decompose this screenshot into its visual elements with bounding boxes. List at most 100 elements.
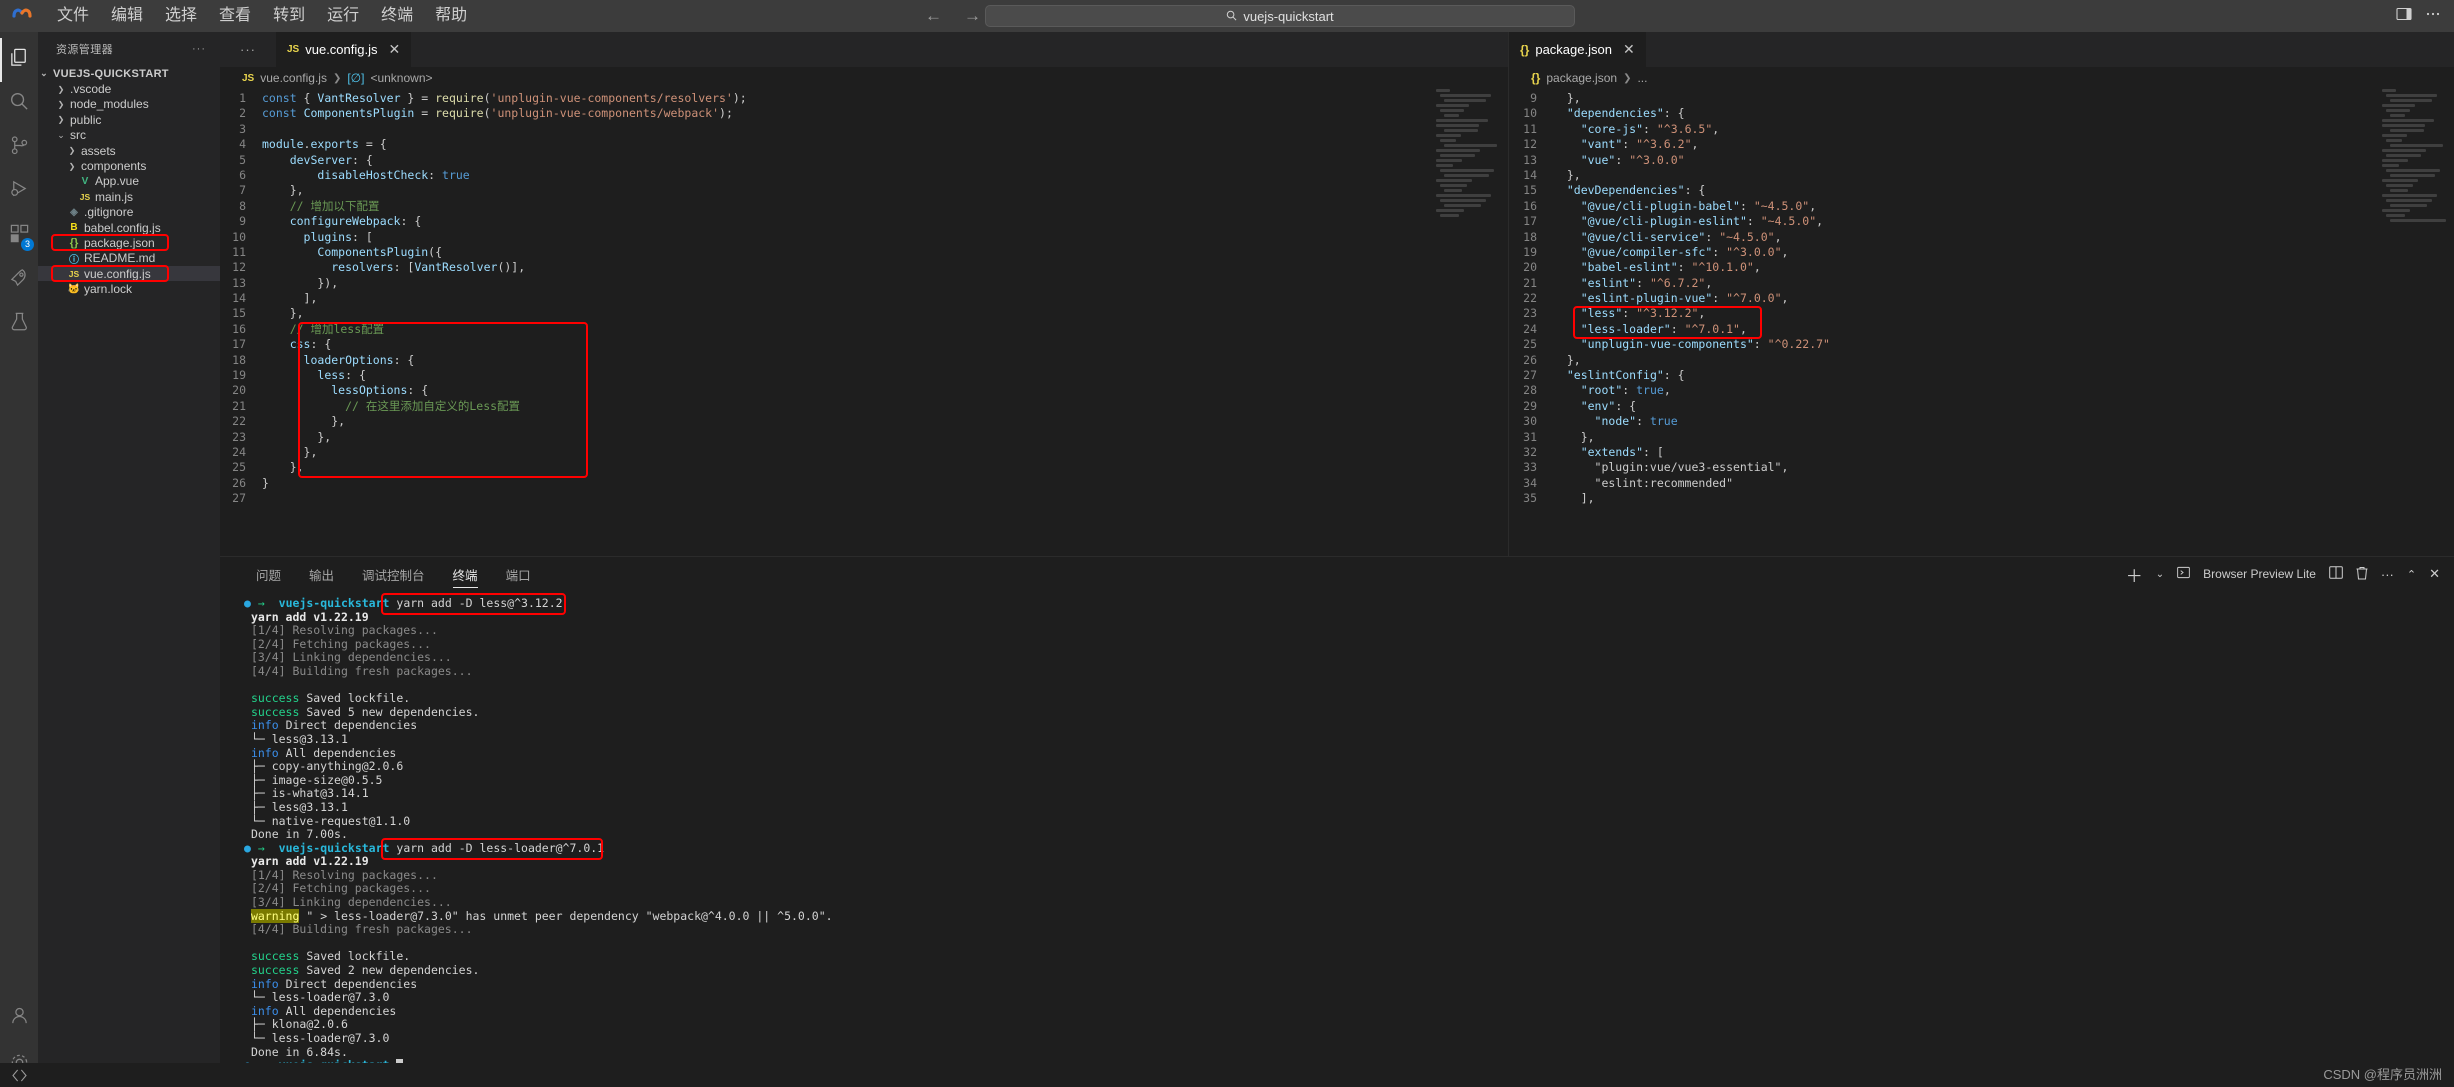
terminal-line: [1/4] Resolving packages... [244, 623, 2454, 638]
panel-tab-terminal[interactable]: 终端 [439, 557, 492, 591]
tree-item-app-vue[interactable]: V App.vue [38, 174, 220, 189]
panel-tab-output[interactable]: 输出 [295, 557, 348, 591]
quick-open-input[interactable]: vuejs-quickstart [985, 5, 1575, 27]
minimap-line [2386, 169, 2440, 172]
trash-icon[interactable] [2356, 566, 2368, 583]
line-number: 8 [239, 198, 246, 213]
menu-help[interactable]: 帮助 [424, 3, 478, 29]
terminal-output[interactable]: ● → vuejs-quickstart yarn add -D less@^3… [220, 591, 2454, 1087]
tree-item-babel-config-js[interactable]: Bbabel.config.js [38, 220, 220, 235]
search-icon [1226, 9, 1237, 24]
code-text: ComponentsPlugin({ [317, 244, 443, 259]
tree-item-public[interactable]: ❯ public [38, 112, 220, 127]
tree-item-assets[interactable]: ❯ assets [38, 143, 220, 158]
activity-item-accounts[interactable] [0, 999, 38, 1043]
minimap-left[interactable] [1436, 89, 1498, 556]
workbench: 3 资源管理器 ··· ⌄ VUEJS-QUICKSTART ❯ .vscode… [0, 32, 2454, 1087]
code-text: "less": "^3.12.2", [1580, 306, 1706, 321]
terminal-text: └─ less@3.13.1 [250, 731, 348, 746]
tree-item--vscode[interactable]: ❯ .vscode [38, 81, 220, 96]
tree-item-main-js[interactable]: JS main.js [38, 189, 220, 204]
line-number: 19 [232, 368, 246, 383]
terminal-text: └─ less-loader@7.3.0 [250, 990, 390, 1005]
breadcrumb-symbol[interactable]: <unknown> [370, 71, 432, 85]
menu-file[interactable]: 文件 [46, 3, 100, 29]
terminal-text: └─ native-request@1.1.0 [250, 813, 411, 828]
tree-item-label: package.json [84, 235, 155, 250]
code-editor-package-json[interactable]: 9 }, 10 "dependencies": {11 "core-js": "^… [1509, 89, 2454, 556]
activity-item-extensions[interactable]: 3 [0, 214, 38, 258]
minimap-line [2382, 149, 2426, 152]
chevron-right-icon: ❯ [332, 72, 342, 84]
code-editor-vue-config[interactable]: 1 const { VantResolver } = require('unplu… [220, 89, 1508, 556]
minimap-line [1440, 94, 1491, 97]
minimap-line [1440, 169, 1494, 172]
tree-item-label: components [81, 159, 147, 174]
plus-icon[interactable]: ＋ [2126, 562, 2143, 587]
arrow-left-icon[interactable]: ← [925, 6, 942, 26]
tree-item-readme-md[interactable]: ⓘ README.md [38, 251, 220, 266]
terminal-text: Saved lockfile. [306, 691, 411, 706]
activity-item-remote-explorer[interactable] [0, 258, 38, 302]
menu-go[interactable]: 转到 [262, 3, 316, 29]
tab-vue-config-js[interactable]: JS vue.config.js ✕ [276, 32, 412, 67]
code-line: 25 "unplugin-vue-components": "^0.22.7" [1509, 337, 2454, 352]
activity-item-run-and-debug[interactable] [0, 170, 38, 214]
panel-tab-debug-console[interactable]: 调试控制台 [348, 557, 439, 591]
ellipsis-icon[interactable]: ··· [192, 43, 206, 55]
chevron-down-icon[interactable]: ⌄ [2156, 569, 2164, 580]
arrow-right-icon[interactable]: → [964, 6, 981, 26]
breadcrumb-file[interactable]: package.json [1546, 71, 1617, 85]
code-line: 9 configureWebpack: { [220, 214, 1508, 229]
code-text: "vant": "^3.6.2", [1580, 137, 1699, 152]
code-line: 28 "root": true, [1509, 383, 2454, 398]
tree-item-src[interactable]: ⌄ src [38, 128, 220, 143]
tree-item-vue-config-js[interactable]: JS vue.config.js [38, 265, 220, 283]
prompt-directory: vuejs-quickstart [278, 840, 390, 855]
tree-item-node-modules[interactable]: ❯ node_modules [38, 97, 220, 112]
panel-tab-problems[interactable]: 问题 [242, 557, 295, 591]
tab-package-json[interactable]: {} package.json ✕ [1509, 32, 1646, 67]
code-text: }, [1553, 429, 1595, 444]
menu-run[interactable]: 运行 [316, 3, 370, 29]
menu-view[interactable]: 查看 [208, 3, 262, 29]
panel-tab-ports[interactable]: 端口 [492, 557, 545, 591]
more-actions-icon[interactable] [2426, 7, 2440, 26]
minimap-line [2390, 204, 2427, 207]
line-number: 18 [1523, 229, 1537, 244]
menu-select[interactable]: 选择 [154, 3, 208, 29]
close-icon[interactable]: ✕ [1623, 41, 1635, 58]
chevron-right-icon: ❯ [68, 146, 76, 156]
terminal-line: success Saved 5 new dependencies. [244, 705, 2454, 720]
close-icon[interactable]: ✕ [2429, 566, 2440, 582]
ellipsis-icon[interactable]: ··· [2381, 567, 2394, 582]
code-line: 12 resolvers: [VantResolver()], [220, 260, 1508, 275]
tree-item-yarn-lock[interactable]: 🐱 yarn.lock [38, 281, 220, 296]
close-icon[interactable]: ✕ [389, 41, 401, 58]
minimap-line [1436, 104, 1469, 107]
chevron-up-icon[interactable]: ⌃ [2407, 568, 2416, 581]
explorer-title: 资源管理器 [56, 44, 113, 56]
menu-edit[interactable]: 编辑 [100, 3, 154, 29]
editor-actions-left-ellipsis-icon[interactable]: ··· [220, 32, 276, 67]
terminal-text: [3/4] Linking dependencies... [250, 650, 452, 665]
terminal-text: [4/4] Building fresh packages... [250, 922, 473, 937]
activity-item-source-control[interactable] [0, 126, 38, 170]
terminal-line: yarn add v1.22.19 [244, 610, 2454, 625]
tree-item--gitignore[interactable]: ◈ .gitignore [38, 205, 220, 220]
remote-status-icon[interactable] [0, 1069, 38, 1082]
layout-toggle-icon[interactable] [2396, 7, 2412, 26]
tree-item-package-json[interactable]: {} package.json [38, 234, 220, 252]
code-line: 16 "@vue/cli-plugin-babel": "~4.5.0", [1509, 199, 2454, 214]
activity-item-test[interactable] [0, 302, 38, 346]
activity-item-explorer[interactable] [0, 38, 38, 82]
minimap-right[interactable] [2382, 89, 2446, 556]
activity-item-search[interactable] [0, 82, 38, 126]
menu-terminal[interactable]: 终端 [370, 3, 424, 29]
tree-item-components[interactable]: ❯ components [38, 158, 220, 173]
breadcrumb-more[interactable]: ... [1637, 71, 1647, 85]
breadcrumb-file[interactable]: vue.config.js [260, 71, 327, 85]
split-editor-icon[interactable] [2329, 566, 2343, 582]
active-terminal-name[interactable]: Browser Preview Lite [2203, 567, 2316, 581]
tree-root[interactable]: ⌄ VUEJS-QUICKSTART [38, 66, 220, 81]
